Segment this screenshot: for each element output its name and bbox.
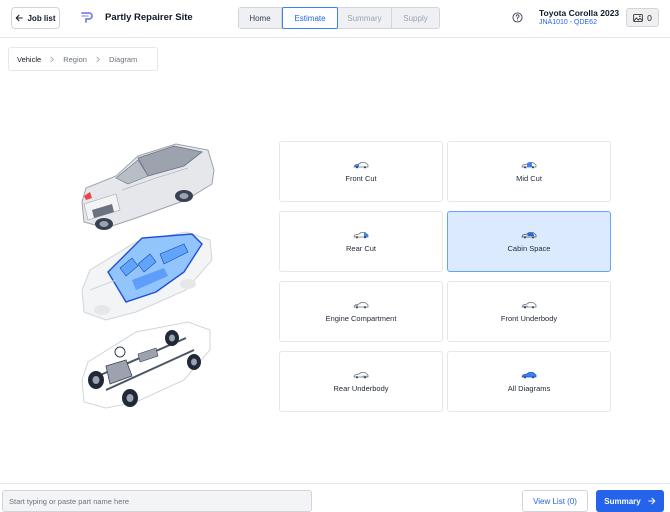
region-card-engine-compartment[interactable]: Engine Compartment [279,281,443,342]
car-cabin-space-icon [521,231,537,238]
region-card-rear-cut[interactable]: Rear Cut [279,211,443,272]
bottom-bar: View List (0) Summary [0,483,670,512]
region-label: Cabin Space [507,243,551,253]
part-search-input[interactable] [2,490,312,512]
arrow-left-icon [16,14,24,22]
summary-button-label: Summary [604,496,641,506]
job-list-button[interactable]: Job list [11,7,60,29]
region-label: Rear Cut [345,243,376,253]
car-cabin-image [81,231,213,321]
breadcrumb-diagram[interactable]: Diagram [109,55,137,64]
view-list-button[interactable]: View List (0) [522,490,588,512]
vehicle-code[interactable]: JNA1010 - QDE62 [539,19,597,26]
car-rear-cut-icon [353,231,369,238]
region-card-rear-underbody[interactable]: Rear Underbody [279,351,443,412]
region-grid: Front Cut Mid Cut Rear Cut Cabin Space E… [279,141,612,412]
car-front-underbody-icon [521,301,537,308]
region-label: Mid Cut [516,173,542,183]
image-icon [633,13,643,22]
breadcrumb: Vehicle Region Diagram [8,47,158,71]
car-engine-icon [353,301,369,308]
images-button[interactable]: 0 [626,8,659,27]
region-card-front-underbody[interactable]: Front Underbody [447,281,611,342]
chevron-right-icon [50,56,55,62]
region-label: All Diagrams [507,383,551,393]
car-underbody-image [81,321,211,409]
tab-supply[interactable]: Supply [392,8,439,28]
images-count: 0 [647,12,652,23]
region-label: Front Underbody [500,313,558,323]
car-rear-underbody-icon [353,371,369,378]
car-front-cut-icon [353,161,369,168]
job-list-label: Job list [27,13,56,23]
region-label: Front Cut [345,173,377,183]
tab-home[interactable]: Home [239,8,282,28]
vehicle-region-illustration [81,143,215,409]
tab-summary[interactable]: Summary [338,8,392,28]
chevron-right-icon [96,56,100,62]
partly-logo-icon [81,12,93,23]
car-mid-cut-icon [521,161,537,168]
tab-estimate[interactable]: Estimate [282,7,338,29]
region-card-all-diagrams[interactable]: All Diagrams [447,351,611,412]
main-tabs: Home Estimate Summary Supply [238,7,440,29]
site-name: Partly Repairer Site [105,12,193,23]
car-all-diagrams-icon [521,371,537,378]
breadcrumb-vehicle[interactable]: Vehicle [17,55,41,64]
vehicle-name: Toyota Corolla 2023 [539,8,620,18]
region-label: Engine Compartment [325,313,397,323]
region-card-mid-cut[interactable]: Mid Cut [447,141,611,202]
breadcrumb-region[interactable]: Region [63,55,87,64]
region-label: Rear Underbody [333,383,389,393]
car-exterior-image [81,143,215,230]
help-circle-icon[interactable] [512,12,523,23]
top-header: Job list Partly Repairer Site Home Estim… [0,0,670,38]
region-card-front-cut[interactable]: Front Cut [279,141,443,202]
summary-button[interactable]: Summary [596,490,664,512]
arrow-right-icon [648,497,656,505]
region-card-cabin-space[interactable]: Cabin Space [447,211,611,272]
